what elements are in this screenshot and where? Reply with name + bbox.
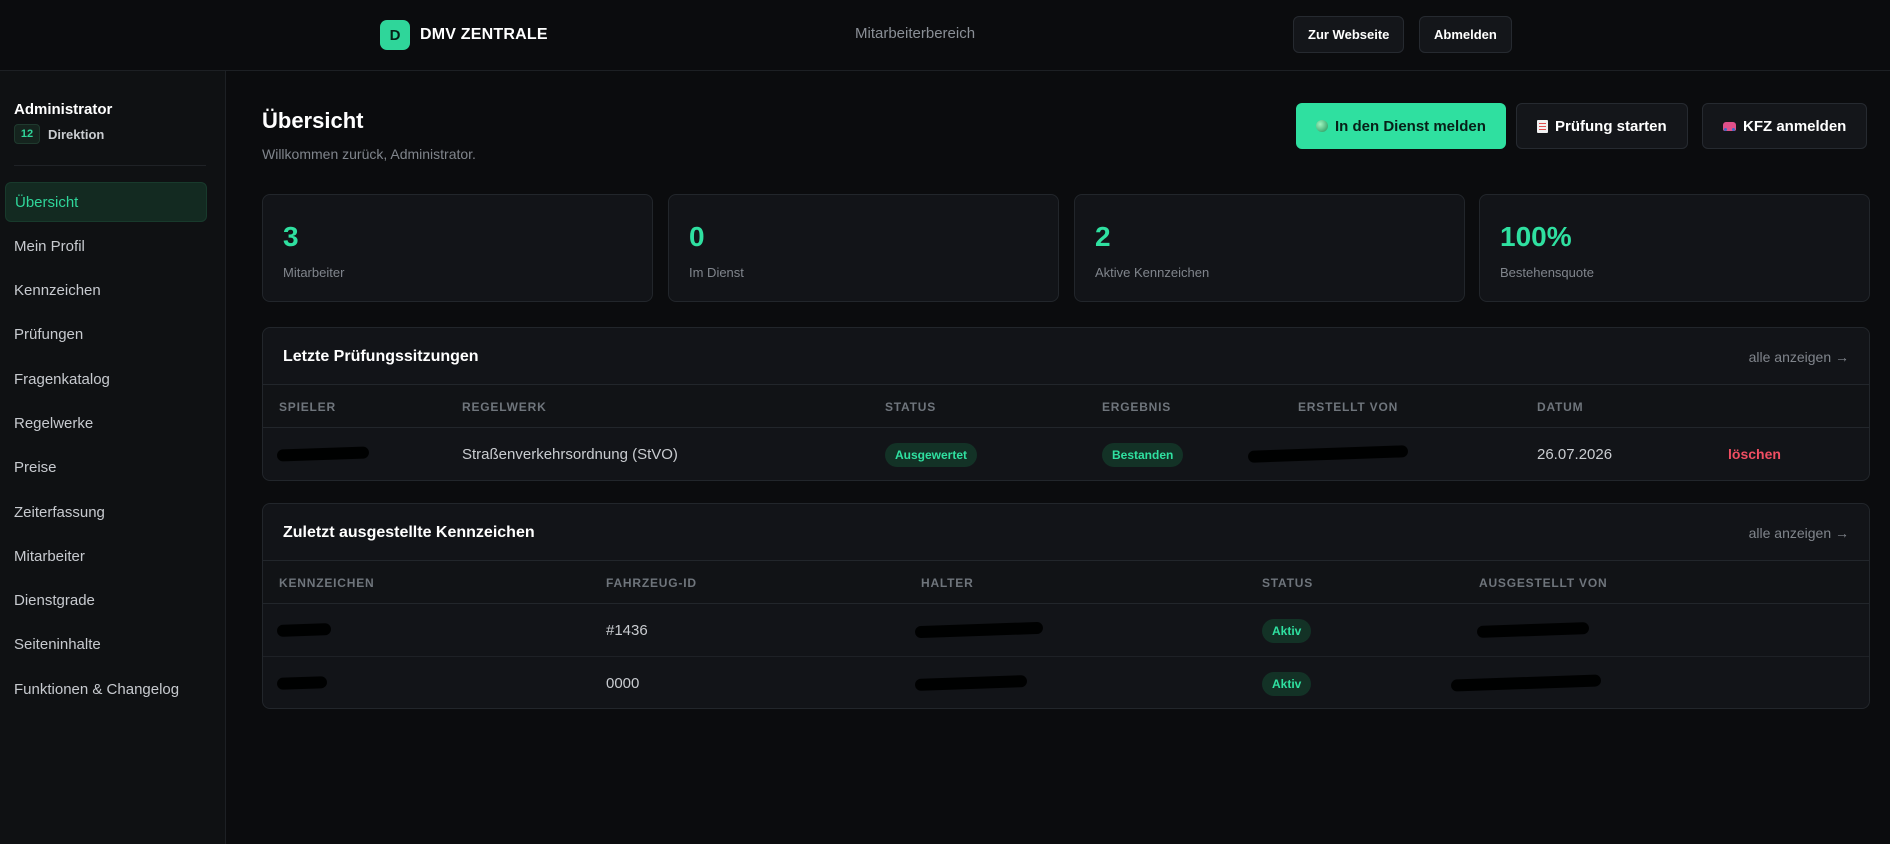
redacted-issuer <box>1450 674 1602 692</box>
sidebar: Administrator 12 Direktion Übersicht Mei… <box>0 71 226 844</box>
table-row[interactable]: 0000 Aktiv <box>263 657 1869 708</box>
brand[interactable]: D DMV ZENTRALE <box>380 20 548 50</box>
column-header: DATUM <box>1537 400 1584 414</box>
recent-plates-panel: Zuletzt ausgestellte Kennzeichen alle an… <box>262 503 1870 709</box>
column-header: HALTER <box>921 576 974 590</box>
recent-exams-panel: Letzte Prüfungssitzungen alle anzeigen →… <box>262 327 1870 481</box>
table-header: KENNZEICHEN FAHRZEUG-ID HALTER STATUS AU… <box>263 561 1869 604</box>
cell-vehicle-id: #1436 <box>606 622 648 639</box>
sidebar-item-pruefungen[interactable]: Prüfungen <box>5 315 207 355</box>
column-header: ERGEBNIS <box>1102 400 1172 414</box>
sidebar-divider <box>14 165 206 166</box>
stat-value: 0 <box>689 221 705 252</box>
cell-datum: 26.07.2026 <box>1537 446 1613 463</box>
redacted-creator <box>1247 445 1409 463</box>
sidebar-item-seiteninhalte[interactable]: Seiteninhalte <box>5 625 207 665</box>
redacted-plate <box>276 623 332 637</box>
panel-title: Zuletzt ausgestellte Kennzeichen <box>283 524 535 541</box>
register-vehicle-button-label: KFZ anmelden <box>1743 117 1847 135</box>
redacted-owner <box>914 621 1044 639</box>
stat-card-im-dienst: 0 Im Dienst <box>668 194 1059 302</box>
stat-card-aktive-kennzeichen: 2 Aktive Kennzeichen <box>1074 194 1465 302</box>
rank-badge: 12 <box>14 124 40 144</box>
start-exam-button[interactable]: Prüfung starten <box>1516 103 1688 149</box>
status-badge: Aktiv <box>1262 619 1312 643</box>
status-badge: Aktiv <box>1262 672 1312 696</box>
stat-label: Mitarbeiter <box>283 265 345 280</box>
top-bar: D DMV ZENTRALE Mitarbeiterbereich Zur We… <box>0 0 1890 71</box>
user-name: Administrator <box>14 101 113 118</box>
column-header: AUSGESTELLT VON <box>1479 576 1608 590</box>
user-rank: 12 Direktion <box>14 124 104 144</box>
stat-value: 2 <box>1095 221 1111 252</box>
brand-name: DMV ZENTRALE <box>420 26 548 43</box>
register-vehicle-button[interactable]: KFZ anmelden <box>1702 103 1868 149</box>
cell-regelwerk: Straßenverkehrsordnung (StVO) <box>462 446 678 463</box>
panel-header: Letzte Prüfungssitzungen alle anzeigen → <box>263 328 1869 385</box>
show-all-exams-link[interactable]: alle anzeigen → <box>1749 349 1849 365</box>
sidebar-item-dienstgrade[interactable]: Dienstgrade <box>5 581 207 621</box>
redacted-issuer <box>1476 622 1590 638</box>
panel-header: Zuletzt ausgestellte Kennzeichen alle an… <box>263 504 1869 561</box>
car-icon <box>1723 121 1736 131</box>
sidebar-item-mein-profil[interactable]: Mein Profil <box>5 226 207 266</box>
table-row[interactable]: Straßenverkehrsordnung (StVO) Ausgewerte… <box>263 428 1869 480</box>
sidebar-item-fragenkatalog[interactable]: Fragenkatalog <box>5 359 207 399</box>
rank-label: Direktion <box>48 126 105 142</box>
redacted-owner <box>914 675 1028 691</box>
sidebar-item-zeiterfassung[interactable]: Zeiterfassung <box>5 492 207 532</box>
sidebar-item-preise[interactable]: Preise <box>5 448 207 488</box>
column-header: SPIELER <box>279 400 336 414</box>
sidebar-item-regelwerke[interactable]: Regelwerke <box>5 403 207 443</box>
result-badge: Bestanden <box>1102 443 1184 467</box>
panel-title: Letzte Prüfungssitzungen <box>283 348 479 365</box>
column-header: ERSTELLT VON <box>1298 400 1399 414</box>
sidebar-item-funktionen-changelog[interactable]: Funktionen & Changelog <box>5 669 207 709</box>
show-all-plates-link[interactable]: alle anzeigen → <box>1749 525 1849 541</box>
stat-value: 3 <box>283 221 299 252</box>
table-row[interactable]: #1436 Aktiv <box>263 604 1869 657</box>
redacted-plate <box>276 676 328 690</box>
column-header: FAHRZEUG-ID <box>606 576 697 590</box>
column-header: REGELWERK <box>462 400 547 414</box>
stat-card-mitarbeiter: 3 Mitarbeiter <box>262 194 653 302</box>
brand-logo-icon: D <box>380 20 410 50</box>
website-button[interactable]: Zur Webseite <box>1293 16 1405 53</box>
table-header: SPIELER REGELWERK STATUS ERGEBNIS ERSTEL… <box>263 385 1869 428</box>
page-subtitle: Willkommen zurück, Administrator. <box>262 146 476 162</box>
column-header: STATUS <box>885 400 937 414</box>
stat-label: Bestehensquote <box>1500 265 1594 280</box>
page-title: Übersicht <box>262 108 364 133</box>
column-header: STATUS <box>1262 576 1314 590</box>
redacted-player <box>276 446 370 462</box>
logout-button[interactable]: Abmelden <box>1419 16 1512 53</box>
stat-card-bestehensquote: 100% Bestehensquote <box>1479 194 1870 302</box>
area-label: Mitarbeiterbereich <box>855 25 976 42</box>
cell-vehicle-id: 0000 <box>606 675 640 692</box>
stat-value: 100% <box>1500 221 1572 252</box>
sidebar-item-uebersicht[interactable]: Übersicht <box>5 182 207 222</box>
duty-button[interactable]: In den Dienst melden <box>1296 103 1506 149</box>
sidebar-item-mitarbeiter[interactable]: Mitarbeiter <box>5 536 207 576</box>
sidebar-item-kennzeichen[interactable]: Kennzeichen <box>5 271 207 311</box>
column-header: KENNZEICHEN <box>279 576 375 590</box>
delete-link[interactable]: löschen <box>1728 446 1781 462</box>
duty-button-label: In den Dienst melden <box>1335 117 1486 135</box>
status-dot-icon <box>1316 120 1328 132</box>
status-badge: Ausgewertet <box>885 443 978 467</box>
sidebar-nav: Übersicht Mein Profil Kennzeichen Prüfun… <box>5 182 207 714</box>
document-icon <box>1537 119 1548 133</box>
stat-label: Im Dienst <box>689 265 744 280</box>
start-exam-button-label: Prüfung starten <box>1555 117 1667 135</box>
stat-label: Aktive Kennzeichen <box>1095 265 1210 280</box>
